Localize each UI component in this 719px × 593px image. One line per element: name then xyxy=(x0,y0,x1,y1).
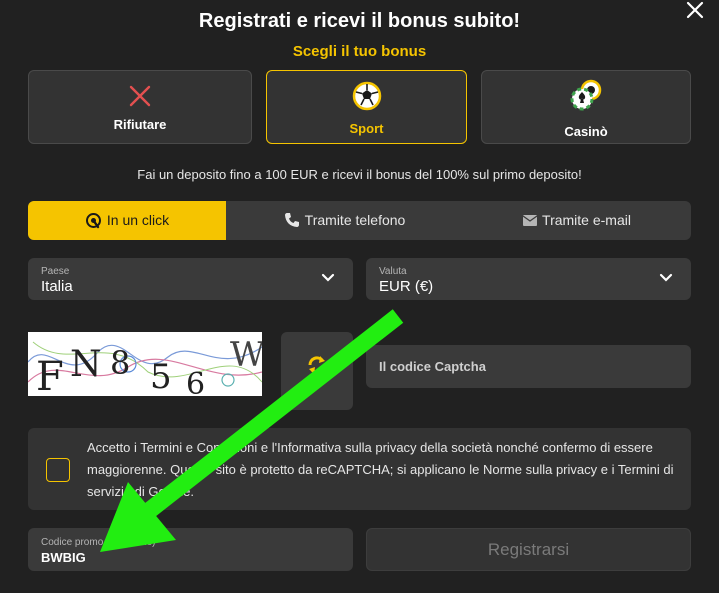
bonus-option-label: Sport xyxy=(349,121,384,136)
country-value: Italia xyxy=(41,278,73,295)
svg-text:8: 8 xyxy=(110,344,130,382)
modal-title: Registrati e ricevi il bonus subito! xyxy=(198,10,521,32)
currency-value: EUR (€) xyxy=(379,278,434,295)
svg-text:6: 6 xyxy=(186,367,205,396)
svg-text:F: F xyxy=(36,354,64,396)
tab-label: Tramite telefono xyxy=(304,212,406,228)
one-click-icon xyxy=(85,212,101,228)
registration-method-tabs: In un click Tramite telefono Tramite e-m… xyxy=(28,201,691,240)
soccer-ball-icon xyxy=(352,81,381,111)
captcha-image: F N 8 5 6 W xyxy=(28,332,262,396)
register-button[interactable]: Registrarsi xyxy=(366,528,691,571)
country-label: Paese xyxy=(41,266,70,277)
terms-checkbox[interactable] xyxy=(46,458,70,482)
bonus-option-sport[interactable]: Sport xyxy=(266,70,467,144)
captcha-refresh-button[interactable] xyxy=(281,332,353,410)
bonus-option-casino[interactable]: Casinò xyxy=(481,70,691,144)
tab-label: Tramite e-mail xyxy=(542,212,631,228)
captcha-input[interactable] xyxy=(366,345,691,388)
bonus-info-text: Fai un deposito fino a 100 EUR e ricevi … xyxy=(137,167,582,182)
chevron-down-icon xyxy=(659,273,673,282)
modal-subtitle: Scegli il tuo bonus xyxy=(292,43,427,60)
svg-text:N: N xyxy=(70,344,102,385)
bonus-option-label: Rifiutare xyxy=(113,117,167,132)
currency-select[interactable]: Valuta EUR (€) xyxy=(366,258,691,300)
terms-text: Accetto i Termini e Condizioni e l'Infor… xyxy=(87,440,674,499)
refresh-icon xyxy=(308,356,326,374)
promo-code-label: Codice promo (opzionale) xyxy=(41,537,156,548)
casino-chips-icon xyxy=(570,79,602,111)
promo-code-field[interactable]: Codice promo (opzionale) BWBIG xyxy=(28,528,353,571)
currency-label: Valuta xyxy=(379,266,407,277)
promo-code-value: BWBIG xyxy=(41,550,86,565)
tab-email[interactable]: Tramite e-mail xyxy=(463,201,691,240)
tab-phone[interactable]: Tramite telefono xyxy=(226,201,463,240)
country-select[interactable]: Paese Italia xyxy=(28,258,353,300)
tab-label: In un click xyxy=(106,212,170,228)
terms-box: Accetto i Termini e Condizioni e l'Infor… xyxy=(28,428,691,510)
bonus-option-label: Casinò xyxy=(564,124,608,139)
tab-one-click[interactable]: In un click xyxy=(28,201,226,240)
phone-icon xyxy=(284,213,299,228)
envelope-icon xyxy=(522,214,538,226)
chevron-down-icon xyxy=(321,273,335,282)
x-icon xyxy=(129,85,151,107)
svg-text:W: W xyxy=(230,335,262,375)
bonus-option-decline[interactable]: Rifiutare xyxy=(28,70,252,144)
svg-text:5: 5 xyxy=(150,357,172,396)
